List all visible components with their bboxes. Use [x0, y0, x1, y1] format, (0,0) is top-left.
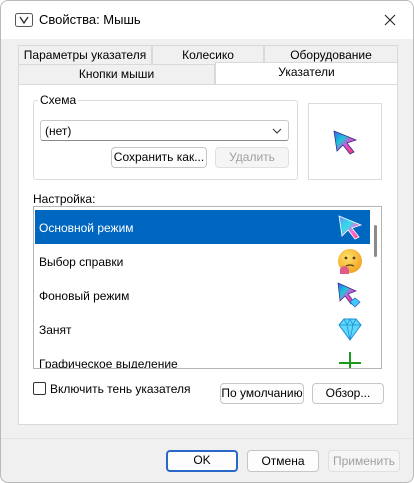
settings-label: Настройка: — [33, 192, 96, 206]
tab-pointers[interactable]: Указатели — [215, 62, 398, 84]
tab-pointer-options[interactable]: Параметры указателя — [18, 45, 152, 64]
scheme-legend: Схема — [38, 93, 79, 107]
window-title: Свойства: Мышь — [39, 12, 141, 27]
list-item[interactable]: Занят — [35, 312, 370, 346]
cancel-button[interactable]: Отмена — [247, 450, 319, 472]
list-item-label: Занят — [39, 323, 72, 337]
list-item[interactable]: Выбор справки — [35, 244, 370, 278]
cursor-preview — [308, 103, 382, 180]
delete-button[interactable]: Удалить — [215, 147, 289, 168]
list-item-label: Выбор справки — [39, 255, 124, 269]
list-item[interactable]: Фоновый режим — [35, 278, 370, 312]
title-bar: Свойства: Мышь — [1, 1, 413, 39]
close-icon — [384, 14, 396, 26]
list-item[interactable]: Основной режим — [35, 210, 370, 244]
crosshair-icon — [339, 352, 361, 368]
pointers-panel: Схема (нет) Сохранить как... Удалить Нас… — [18, 84, 398, 425]
mouse-properties-window: Свойства: Мышь Параметры указателя Колес… — [0, 0, 414, 483]
list-item[interactable]: Графическое выделение — [35, 346, 370, 369]
scheme-dropdown-value: (нет) — [45, 124, 72, 138]
diamond-icon — [338, 318, 362, 341]
rainbow-arrow-busy-icon — [337, 282, 361, 308]
save-as-button[interactable]: Сохранить как... — [111, 147, 207, 168]
rainbow-arrow-icon — [338, 215, 363, 240]
thinking-emoji-icon — [338, 249, 362, 274]
rainbow-arrow-icon — [333, 129, 358, 155]
list-item-label: Основной режим — [39, 221, 134, 235]
browse-button[interactable]: Обзор... — [312, 383, 384, 404]
apply-button[interactable]: Применить — [328, 450, 400, 472]
shadow-checkbox-label: Включить тень указателя — [50, 382, 191, 396]
list-scrollbar[interactable] — [369, 207, 381, 368]
list-item-label: Фоновый режим — [39, 289, 130, 303]
footer-separator — [1, 438, 413, 439]
chevron-down-icon — [272, 128, 282, 134]
list-item-label: Графическое выделение — [39, 357, 178, 369]
tab-buttons[interactable]: Кнопки мыши — [18, 64, 215, 84]
scheme-dropdown[interactable]: (нет) — [40, 120, 289, 141]
shadow-checkbox[interactable] — [33, 382, 46, 395]
mouse-app-icon — [15, 13, 33, 27]
use-default-button[interactable]: По умолчанию — [220, 383, 304, 404]
cursor-list[interactable]: Основной режим Выбор справки Фоновый реж… — [33, 206, 382, 369]
scheme-group: Схема (нет) Сохранить как... Удалить — [33, 93, 298, 180]
scroll-thumb[interactable] — [374, 225, 377, 257]
close-button[interactable] — [367, 1, 413, 39]
ok-button[interactable]: OK — [166, 450, 238, 472]
